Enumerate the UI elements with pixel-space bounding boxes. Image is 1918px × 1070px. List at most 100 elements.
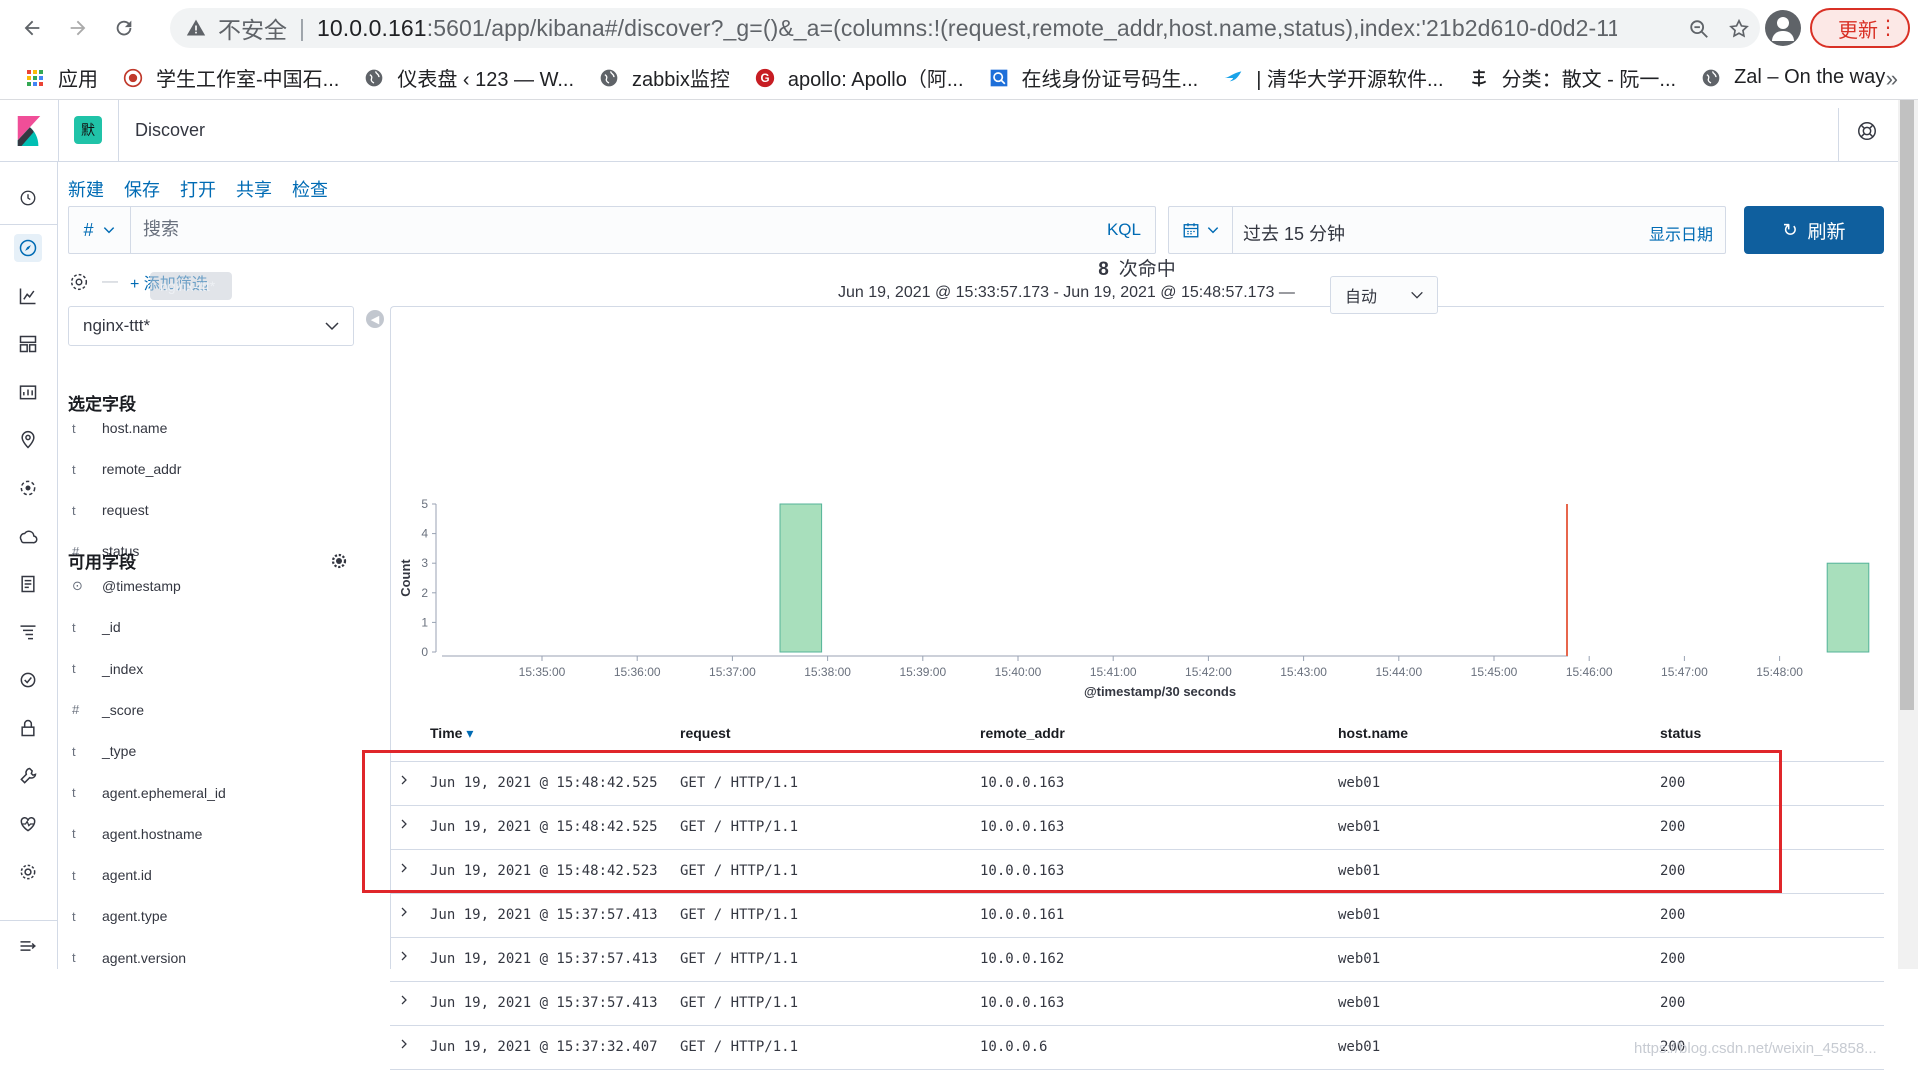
hits-label: 次命中: [1118, 259, 1176, 280]
maps-icon[interactable]: [14, 426, 42, 454]
zoom-icon[interactable]: [1686, 16, 1712, 42]
table-row: Jun 19, 2021 @ 15:48:42.525 GET / HTTP/1.…: [390, 762, 1884, 806]
expand-row-icon[interactable]: [398, 906, 414, 922]
top-menu-item[interactable]: 检查: [292, 176, 328, 202]
kibana-logo-icon[interactable]: [14, 116, 44, 146]
index-pattern-select[interactable]: nginx-ttt*: [68, 306, 354, 346]
field-item[interactable]: t host.name: [68, 414, 358, 442]
profile-avatar[interactable]: [1765, 10, 1801, 46]
back-button[interactable]: [12, 8, 52, 48]
field-item[interactable]: t agent.ephemeral_id: [68, 779, 358, 807]
dashboard-icon[interactable]: [14, 330, 42, 358]
search-input[interactable]: [143, 219, 1043, 240]
expand-row-icon[interactable]: [398, 950, 414, 966]
field-item[interactable]: t _id: [68, 613, 358, 641]
refresh-button[interactable]: ↻ 刷新: [1744, 206, 1884, 254]
expand-row-icon[interactable]: [398, 1038, 414, 1054]
field-item[interactable]: t _index: [68, 655, 358, 683]
field-item[interactable]: t agent.type: [68, 902, 358, 930]
star-icon[interactable]: [1726, 16, 1752, 42]
show-dates-button[interactable]: 显示日期: [1649, 221, 1713, 245]
dev-tools-wrench-icon[interactable]: [14, 762, 42, 790]
expand-row-icon[interactable]: [398, 818, 414, 834]
query-language-switcher[interactable]: #: [69, 207, 131, 253]
bookmark-item[interactable]: 仪表盘 ‹ 123 — W...: [363, 63, 574, 92]
forward-button[interactable]: [58, 8, 98, 48]
interval-select[interactable]: 自动: [1330, 276, 1438, 314]
table-cell: web01: [1338, 819, 1381, 835]
field-item[interactable]: t _type: [68, 737, 358, 765]
visualize-chart-icon[interactable]: [14, 282, 42, 310]
management-gear-icon[interactable]: [14, 858, 42, 886]
top-menu-item[interactable]: 打开: [180, 176, 216, 202]
update-button[interactable]: 更新 ⋮: [1810, 8, 1910, 48]
bookmark-item[interactable]: 学生工作室-中国石...: [122, 63, 339, 92]
discover-compass-icon[interactable]: [14, 234, 42, 262]
help-icon[interactable]: [1856, 120, 1878, 142]
column-header[interactable]: host.name: [1338, 725, 1408, 741]
filter-options-gear-icon[interactable]: [68, 271, 90, 293]
bookmark-item[interactable]: 应用: [24, 63, 98, 92]
sort-desc-icon[interactable]: ▾: [462, 725, 473, 741]
bookmark-label: 在线身份证号码生...: [1021, 69, 1199, 91]
collapse-sidebar-button[interactable]: ◀: [366, 310, 384, 328]
apm-icon[interactable]: [14, 618, 42, 646]
bookmark-item[interactable]: 分类：散文 - 阮一...: [1468, 63, 1676, 92]
field-item[interactable]: t agent.id: [68, 861, 358, 889]
globe-icon: [363, 67, 385, 89]
kql-toggle-button[interactable]: KQL: [1107, 220, 1141, 240]
expand-row-icon[interactable]: [398, 994, 414, 1010]
ml-icon[interactable]: [14, 474, 42, 502]
globe-icon: [598, 67, 620, 89]
field-name: remote_addr: [102, 461, 182, 477]
reload-button[interactable]: [104, 8, 144, 48]
date-range-text[interactable]: 过去 15 分钟: [1243, 220, 1345, 246]
field-item[interactable]: # _score: [68, 696, 358, 724]
bookmark-item[interactable]: Zal – On the way: [1700, 66, 1885, 89]
bookmark-item[interactable]: Gapollo: Apollo（阿...: [754, 63, 964, 92]
x-tick-label: 15:48:00: [1756, 665, 1803, 679]
expand-row-icon[interactable]: [398, 774, 414, 790]
field-item[interactable]: t agent.hostname: [68, 820, 358, 848]
insecure-label[interactable]: 不安全: [218, 11, 287, 45]
quick-select-button[interactable]: [1169, 207, 1233, 253]
bookmark-item[interactable]: 在线身份证号码生...: [988, 63, 1199, 92]
collapse-nav-icon[interactable]: [14, 932, 42, 960]
field-item[interactable]: t agent.version: [68, 944, 358, 972]
side-nav: [0, 162, 58, 969]
siem-lock-icon[interactable]: [14, 714, 42, 742]
x-tick-label: 15:43:00: [1280, 665, 1327, 679]
column-header[interactable]: request: [680, 725, 731, 741]
logs-icon[interactable]: [14, 570, 42, 598]
top-menu-item[interactable]: 新建: [68, 176, 104, 202]
field-item[interactable]: ⊙ @timestamp: [68, 572, 358, 600]
field-item[interactable]: t remote_addr: [68, 455, 358, 483]
canvas-icon[interactable]: [14, 378, 42, 406]
scrollbar-thumb[interactable]: [1900, 100, 1914, 710]
url-text[interactable]: 10.0.0.161:5601/app/kibana#/discover?_g=…: [317, 15, 1617, 42]
uptime-icon[interactable]: [14, 666, 42, 694]
bookmarks-overflow-icon[interactable]: »: [1886, 66, 1898, 92]
column-header[interactable]: Time ▾: [430, 725, 473, 742]
column-header[interactable]: status: [1660, 725, 1701, 741]
histogram-bar: [1826, 562, 1870, 653]
bookmark-item[interactable]: zabbix监控: [598, 63, 730, 92]
recent-clock-icon[interactable]: [14, 184, 42, 212]
column-header-label: remote_addr: [980, 725, 1065, 741]
top-menu-item[interactable]: 共享: [236, 176, 272, 202]
x-axis-title: @timestamp/30 seconds: [1084, 684, 1236, 699]
infrastructure-icon[interactable]: [14, 522, 42, 550]
column-header[interactable]: remote_addr: [980, 725, 1065, 741]
address-bar[interactable]: 不安全 | 10.0.0.161:5601/app/kibana#/discov…: [170, 8, 1760, 48]
expand-row-icon[interactable]: [398, 862, 414, 878]
space-avatar[interactable]: 默: [74, 116, 102, 144]
column-header-label: request: [680, 725, 731, 741]
field-type-icon: t: [72, 661, 76, 677]
field-item[interactable]: t request: [68, 496, 358, 524]
more-vertical-icon: ⋮: [1878, 17, 1898, 39]
field-settings-gear-icon[interactable]: [330, 552, 348, 570]
stack-monitoring-icon[interactable]: [14, 810, 42, 838]
y-tick-label: 5: [421, 497, 428, 511]
top-menu-item[interactable]: 保存: [124, 176, 160, 202]
bookmark-item[interactable]: | 清华大学开源软件...: [1222, 63, 1444, 92]
